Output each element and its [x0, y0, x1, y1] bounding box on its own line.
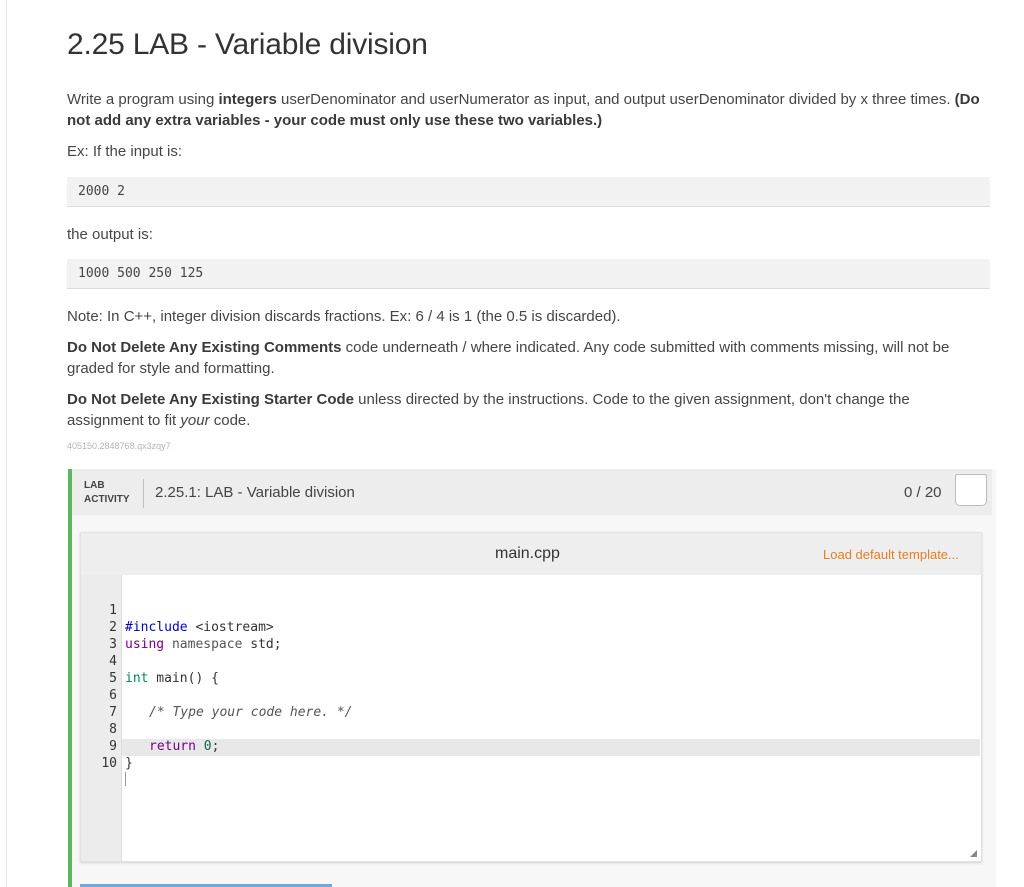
activity-id-stamp: 405150.2848768.qx3zqy7: [67, 441, 171, 451]
resize-handle-icon[interactable]: [970, 850, 977, 857]
lab-score: 0 / 20: [904, 484, 942, 501]
code-line[interactable]: 1 #include <iostream>: [81, 585, 980, 635]
filename: main.cpp: [495, 545, 560, 562]
code-line[interactable]: 9 }: [81, 721, 980, 771]
code-line[interactable]: 7: [81, 687, 980, 720]
code-editor[interactable]: main.cpp Load default template... 1 #inc…: [80, 532, 982, 862]
line-number: 10: [101, 756, 117, 771]
code-line[interactable]: 6 /* Type your code here. */: [81, 670, 980, 720]
load-default-template-link[interactable]: Load default template...: [823, 547, 959, 562]
lab-title: 2.25.1: LAB - Variable division: [155, 484, 355, 501]
note-paragraph: Note: In C++, integer division discards …: [67, 308, 621, 325]
editor-header: main.cpp Load default template...: [81, 533, 981, 575]
lab-activity-tag: LAB ACTIVITY: [84, 480, 130, 505]
code-line[interactable]: 3: [81, 619, 980, 652]
code-line[interactable]: 5: [81, 653, 980, 686]
completion-badge-icon: [955, 474, 987, 506]
code-line[interactable]: 10: [81, 738, 980, 786]
lab-header: LAB ACTIVITY 2.25.1: LAB - Variable divi…: [72, 469, 992, 515]
intro-paragraph: Write a program using integers userDenom…: [67, 91, 980, 129]
example-input: 2000 2: [67, 177, 990, 207]
starter-code-rule: Do Not Delete Any Existing Starter Code …: [67, 391, 910, 429]
code-line[interactable]: 8 return 0;: [81, 704, 980, 754]
example-output: 1000 500 250 125: [67, 259, 990, 289]
text-cursor: [125, 772, 126, 786]
comments-rule: Do Not Delete Any Existing Comments code…: [67, 339, 950, 377]
lab-header-divider: [143, 479, 144, 508]
page-left-rule: [6, 0, 7, 887]
code-line[interactable]: 4 int main() {: [81, 636, 980, 686]
page-title: 2.25 LAB - Variable division: [67, 28, 428, 61]
output-label: the output is:: [67, 226, 153, 243]
code-line[interactable]: 2 using namespace std;: [81, 602, 980, 652]
example-label: Ex: If the input is:: [67, 143, 183, 160]
